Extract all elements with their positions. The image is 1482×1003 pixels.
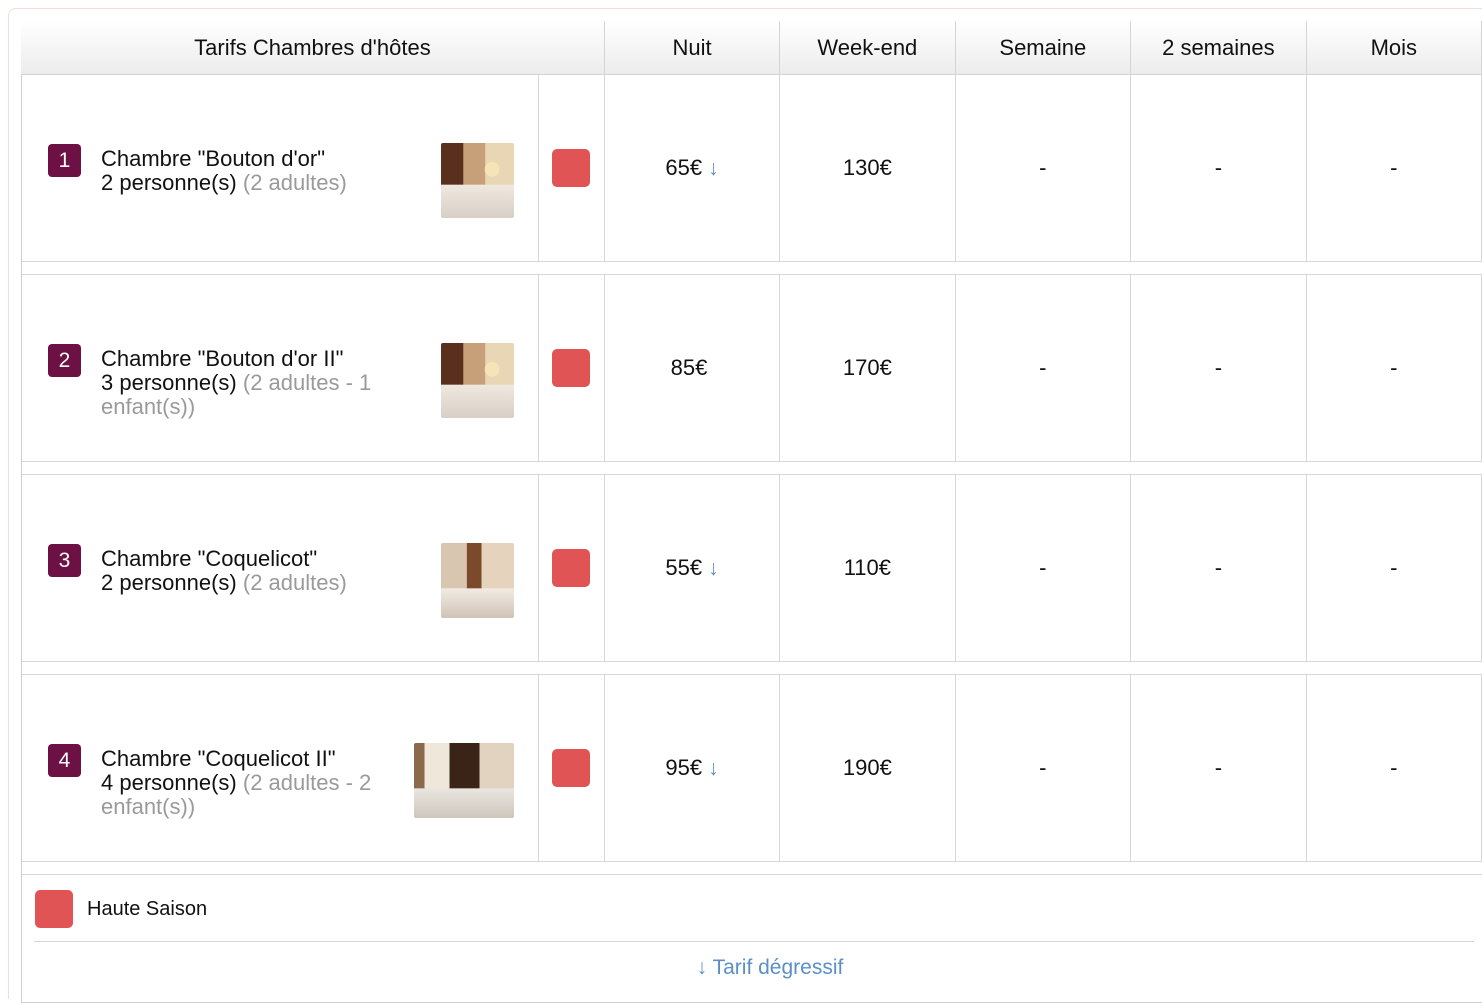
- row-spacer: [21, 261, 1482, 275]
- price-month: -: [1306, 74, 1482, 262]
- room-capacity: 3 personne(s): [101, 370, 237, 395]
- price-weekend: 130€: [779, 74, 956, 262]
- room-photo[interactable]: [441, 543, 514, 618]
- degressive-arrow-icon: ↓: [708, 557, 719, 580]
- price-two-weeks: -: [1130, 674, 1307, 862]
- price-night-value: 55€: [665, 555, 703, 580]
- room-detail: (2 adultes): [242, 570, 347, 595]
- room-name[interactable]: Chambre "Bouton d'or II": [101, 347, 401, 371]
- table-row: 3 Chambre "Coquelicot" 2 personne(s) (2 …: [21, 474, 1482, 662]
- room-number-badge: 4: [48, 744, 81, 777]
- price-week: -: [955, 474, 1132, 662]
- room-photo[interactable]: [441, 143, 514, 218]
- room-info: Chambre "Coquelicot II" 4 personne(s) (2…: [101, 747, 391, 819]
- degressive-arrow-icon: ↓: [708, 757, 719, 780]
- room-name[interactable]: Chambre "Coquelicot": [101, 547, 401, 571]
- table-row: 1 Chambre "Bouton d'or" 2 personne(s) (2…: [21, 74, 1482, 262]
- season-swatch: [552, 149, 591, 187]
- price-month: -: [1306, 474, 1482, 662]
- price-night-value: 95€: [665, 755, 703, 780]
- rates-table: Tarifs Chambres d'hôtes Nuit Week-end Se…: [21, 21, 1482, 875]
- room-number-badge: 2: [48, 344, 81, 377]
- room-number-badge: 3: [48, 544, 81, 577]
- room-info: Chambre "Coquelicot" 2 personne(s) (2 ad…: [101, 547, 401, 595]
- price-night: 95€ ↓: [604, 674, 781, 862]
- price-week: -: [955, 674, 1132, 862]
- price-night: 85€: [604, 274, 781, 462]
- price-weekend: 190€: [779, 674, 956, 862]
- header-rooms: Tarifs Chambres d'hôtes: [21, 21, 605, 75]
- price-month: -: [1306, 274, 1482, 462]
- room-cell: 3 Chambre "Coquelicot" 2 personne(s) (2 …: [21, 474, 540, 662]
- price-night: 55€ ↓: [604, 474, 781, 662]
- season-cell: [538, 474, 605, 662]
- room-detail: (2 adultes): [242, 170, 347, 195]
- row-spacer: [21, 461, 1482, 475]
- room-name[interactable]: Chambre "Bouton d'or": [101, 147, 401, 171]
- price-night: 65€ ↓: [604, 74, 781, 262]
- room-cell: 1 Chambre "Bouton d'or" 2 personne(s) (2…: [21, 74, 540, 262]
- price-two-weeks: -: [1130, 274, 1307, 462]
- header-night: Nuit: [604, 21, 781, 75]
- season-swatch: [552, 749, 591, 787]
- season-cell: [538, 274, 605, 462]
- season-legend: Haute Saison: [35, 890, 207, 928]
- header-month: Mois: [1306, 21, 1482, 75]
- room-info: Chambre "Bouton d'or" 2 personne(s) (2 a…: [101, 147, 401, 195]
- room-cell: 2 Chambre "Bouton d'or II" 3 personne(s)…: [21, 274, 540, 462]
- header-weekend: Week-end: [779, 21, 956, 75]
- room-photo[interactable]: [414, 743, 514, 818]
- room-info: Chambre "Bouton d'or II" 3 personne(s) (…: [101, 347, 401, 419]
- season-swatch: [552, 549, 591, 587]
- price-two-weeks: -: [1130, 474, 1307, 662]
- price-two-weeks: -: [1130, 74, 1307, 262]
- season-cell: [538, 674, 605, 862]
- table-row: 2 Chambre "Bouton d'or II" 3 personne(s)…: [21, 274, 1482, 462]
- season-cell: [538, 74, 605, 262]
- room-capacity: 2 personne(s): [101, 570, 237, 595]
- legend-label: Haute Saison: [87, 897, 208, 920]
- room-number-badge: 1: [48, 144, 81, 177]
- room-photo[interactable]: [441, 343, 514, 418]
- price-month: -: [1306, 674, 1482, 862]
- price-night-value: 85€: [670, 355, 708, 380]
- header-row: Tarifs Chambres d'hôtes Nuit Week-end Se…: [21, 21, 1482, 75]
- table-row: 4 Chambre "Coquelicot II" 4 personne(s) …: [21, 674, 1482, 862]
- room-name[interactable]: Chambre "Coquelicot II": [101, 747, 391, 771]
- price-week: -: [955, 274, 1132, 462]
- row-spacer: [21, 861, 1482, 875]
- row-spacer: [21, 661, 1482, 675]
- room-capacity: 4 personne(s): [101, 770, 237, 795]
- price-night-value: 65€: [665, 155, 703, 180]
- header-week: Semaine: [955, 21, 1132, 75]
- room-cell: 4 Chambre "Coquelicot II" 4 personne(s) …: [21, 674, 540, 862]
- room-capacity: 2 personne(s): [101, 170, 237, 195]
- degressive-arrow-icon: ↓: [708, 157, 719, 180]
- price-weekend: 170€: [779, 274, 956, 462]
- divider: [34, 941, 1474, 942]
- price-weekend: 110€: [779, 474, 956, 662]
- price-week: -: [955, 74, 1132, 262]
- header-two-weeks: 2 semaines: [1130, 21, 1307, 75]
- season-swatch: [552, 349, 591, 387]
- legend-swatch: [35, 890, 73, 928]
- degressive-footnote: ↓ Tarif dégressif: [696, 956, 844, 979]
